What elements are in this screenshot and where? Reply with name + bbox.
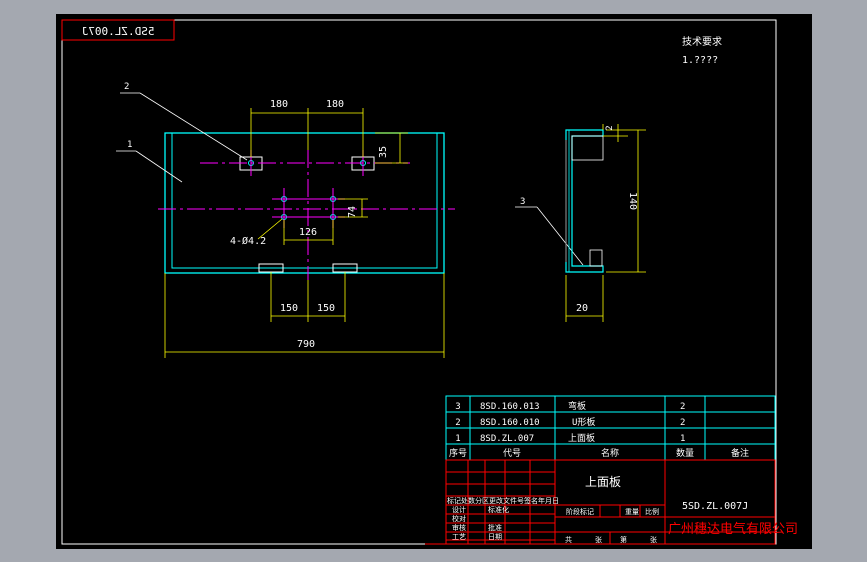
drawing-no: 5SD.ZL.007J <box>682 501 748 512</box>
dim-side-2: 2 <box>605 125 615 130</box>
part-name: 上面板 <box>585 475 621 489</box>
balloon-3: 3 <box>520 197 525 207</box>
bom-row-3-qty: 1 <box>680 434 685 444</box>
bom-header-qty: 数量 <box>676 447 694 459</box>
dim-126: 126 <box>299 227 317 238</box>
bom-header-name: 名称 <box>601 447 619 459</box>
dim-180-left: 180 <box>270 99 288 110</box>
bom-row-1-no: 3 <box>455 402 460 412</box>
dim-150-left: 150 <box>280 303 298 314</box>
tb-scale: 比例 <box>645 507 659 516</box>
bom-row-1-qty: 2 <box>680 402 685 412</box>
dim-150-right: 150 <box>317 303 335 314</box>
tb-label-7: 日期 <box>488 533 502 541</box>
model-space <box>56 14 812 549</box>
tb-label-4: 审核 <box>452 523 466 532</box>
tb-sheet: 共 <box>565 535 572 544</box>
tb-label-3: 校对 <box>452 514 466 523</box>
tb-label-1: 设计 <box>452 505 466 514</box>
hole-note: 4-Ø4.2 <box>230 235 266 247</box>
dim-side-140: 140 <box>627 192 638 210</box>
company-name: 广州穗达电气有限公司 <box>668 521 798 537</box>
dim-side-20: 20 <box>576 303 588 314</box>
bom-row-1-name: 弯板 <box>568 400 586 412</box>
tb-label-0: 标记处数分区更改文件号签名年月日 <box>447 496 559 505</box>
tb-sheet-2: 张 <box>595 535 602 544</box>
bom-row-2-code: 8SD.160.010 <box>480 418 540 428</box>
dim-790: 790 <box>297 339 315 350</box>
bom-row-2-name: U形板 <box>572 416 595 428</box>
bom-row-2-qty: 2 <box>680 418 685 428</box>
dim-35: 35 <box>378 146 389 158</box>
tb-label-5: 工艺 <box>452 533 466 541</box>
balloon-1: 1 <box>127 140 132 150</box>
bom-row-3-name: 上面板 <box>568 432 595 444</box>
dim-180-right: 180 <box>326 99 344 110</box>
bom-row-3-code: 8SD.ZL.007 <box>480 434 534 444</box>
tb-page: 第 <box>620 535 627 544</box>
tb-stage: 阶段标记 <box>566 507 594 516</box>
balloon-2: 2 <box>124 82 129 92</box>
bom-header-remark: 备注 <box>731 447 749 459</box>
tb-weight: 重量 <box>625 508 639 516</box>
cad-canvas: 5SD.ZL.007J 技术要求 1.???? 180 180 35 74 12… <box>56 14 812 549</box>
bom-row-1-code: 8SD.160.013 <box>480 402 540 412</box>
bom-row-2-no: 2 <box>455 418 460 428</box>
bom-header-code: 代号 <box>503 448 521 459</box>
tech-req-title: 技术要求 <box>682 35 722 48</box>
bom-row-3-no: 1 <box>455 434 460 444</box>
tb-label-2: 标准化 <box>488 505 509 514</box>
bom-header-no: 序号 <box>449 447 467 459</box>
tech-req-body: 1.???? <box>682 55 718 66</box>
tb-label-6: 批准 <box>488 523 502 532</box>
dim-74: 74 <box>347 206 358 218</box>
mirrored-code: 5SD.ZL.007J <box>82 25 155 38</box>
tb-page-2: 张 <box>650 535 657 544</box>
